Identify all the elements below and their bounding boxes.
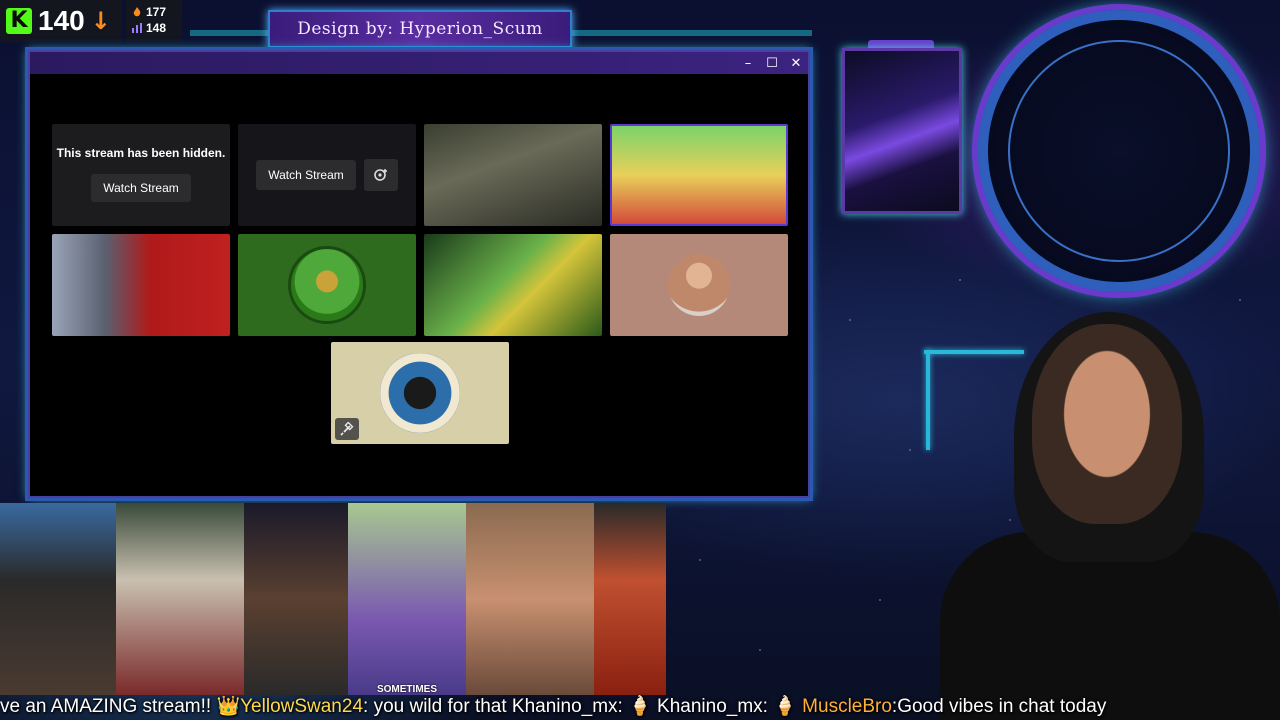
portrait-3	[244, 503, 348, 695]
ticker-username: Khanino_mx	[657, 696, 763, 717]
watch-stream-button[interactable]: Watch Stream	[91, 174, 191, 202]
portrait-5	[466, 503, 594, 695]
portrait-1	[0, 503, 116, 695]
viewer-count: 140	[38, 5, 85, 36]
ticker-username: YellowSwan24	[240, 696, 364, 717]
portrait-6	[594, 503, 666, 695]
circular-frame-ring	[1008, 40, 1230, 262]
stream-tile-map[interactable]	[424, 234, 602, 336]
streamer-webcam	[940, 312, 1280, 720]
frame-line-left	[190, 30, 270, 36]
crown-icon: 👑	[216, 696, 241, 717]
subs-count: 148	[146, 21, 167, 35]
hidden-stream-message: This stream has been hidden.	[56, 146, 226, 160]
blurred-stream-tile: Watch Stream	[238, 124, 416, 226]
window-titlebar: – ☐ ✕	[30, 52, 808, 74]
arrow-down-icon: ↓	[90, 7, 111, 35]
followers-count: 177	[146, 5, 167, 19]
portrait-4: SOMETIMES	[348, 503, 466, 695]
design-credit-banner: Design by: Hyperion_Scum	[268, 10, 572, 48]
ticker-segment: : 🍦	[762, 696, 803, 717]
pin-plus-icon[interactable]	[363, 159, 398, 191]
close-button[interactable]: ✕	[790, 56, 802, 71]
neon-line-vertical	[926, 350, 930, 450]
ticker-username: Khanino_mx	[511, 696, 618, 717]
viewer-count-badge: K 140 ↓	[0, 0, 122, 42]
maximize-button[interactable]: ☐	[766, 56, 778, 71]
bars-icon	[132, 23, 142, 33]
stream-tile-game-2[interactable]	[610, 124, 788, 226]
webcam-face	[1032, 324, 1182, 524]
stream-tile-muscle[interactable]	[610, 234, 788, 336]
stream-tile-seal[interactable]	[331, 342, 509, 444]
ticker-username: MuscleBro	[802, 696, 892, 717]
minimize-button[interactable]: –	[742, 56, 754, 71]
seal-avatar	[380, 353, 460, 433]
multistream-window: – ☐ ✕ This stream has been hidden. Watch…	[28, 50, 810, 498]
ticker-segment: ve an AMAZING stream!!	[0, 696, 217, 717]
pepe-avatar	[288, 246, 366, 324]
circular-cam-frame	[978, 10, 1260, 292]
kick-logo-icon: K	[6, 8, 32, 34]
chat-ticker: ve an AMAZING stream!! 👑YellowSwan24: yo…	[0, 694, 1280, 720]
portrait-2	[116, 503, 244, 695]
frame-line-right	[572, 30, 812, 36]
ticker-segment: :Good vibes in chat today	[891, 696, 1107, 717]
stats-badge: 177 148	[126, 0, 182, 42]
stream-tile-game-1[interactable]	[424, 124, 602, 226]
ticker-segment: : you wild for that	[363, 696, 512, 717]
stream-tile-red[interactable]	[52, 234, 230, 336]
flame-icon	[133, 7, 141, 17]
portrait-strip: SOMETIMES	[0, 503, 666, 695]
stream-tile-pepe[interactable]	[238, 234, 416, 336]
nebula-frame	[842, 48, 962, 214]
muscle-avatar	[668, 254, 730, 316]
watch-stream-button-2[interactable]: Watch Stream	[256, 160, 356, 190]
unpin-icon[interactable]	[335, 418, 359, 440]
ticker-segment: : 🍦	[617, 696, 658, 717]
hidden-stream-tile: This stream has been hidden. Watch Strea…	[52, 124, 230, 226]
